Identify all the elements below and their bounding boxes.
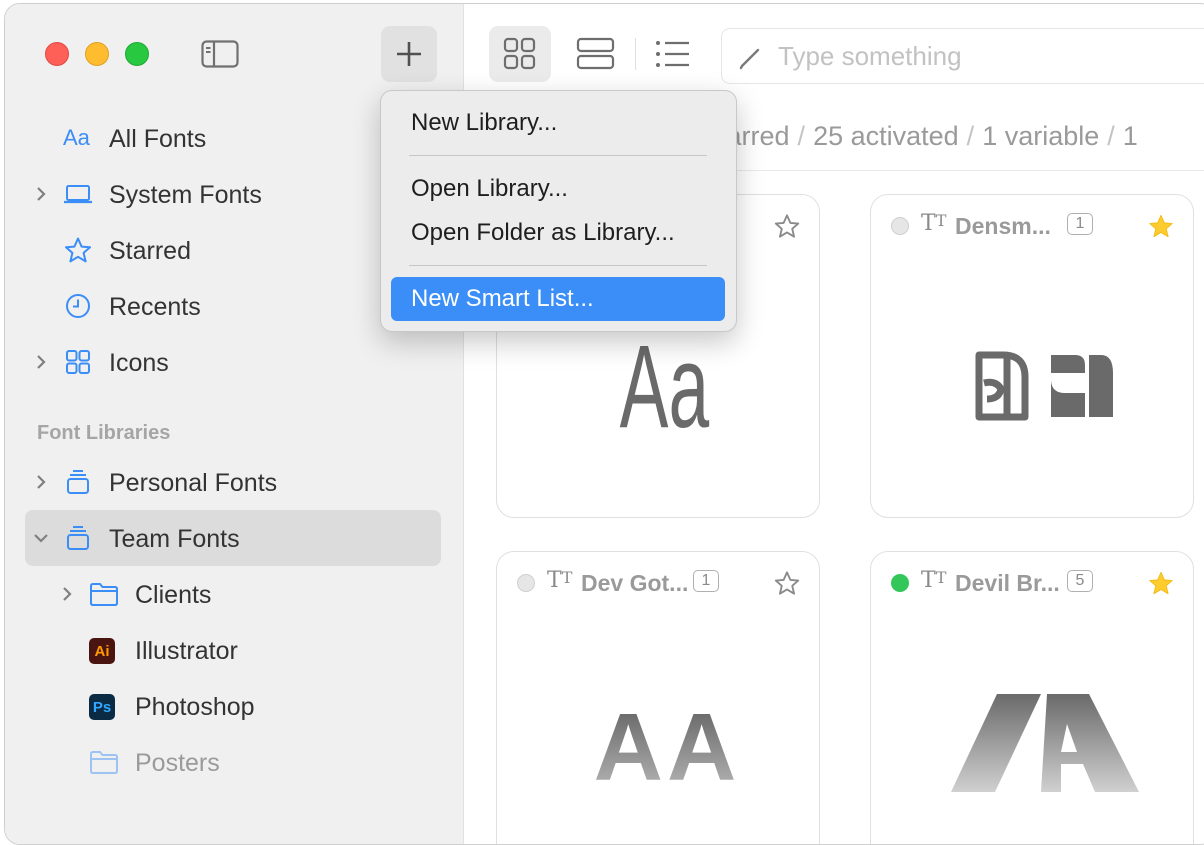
toolbar-divider [635, 38, 636, 70]
chevron-right-icon[interactable] [33, 184, 49, 204]
menu-separator [409, 155, 707, 156]
sidebar-toggle-icon [201, 40, 239, 68]
sidebar-item-label: Personal Fonts [109, 469, 278, 497]
pencil-icon [739, 48, 760, 70]
folder-icon [90, 751, 118, 774]
star-outline-icon[interactable] [773, 213, 801, 241]
activation-dot[interactable] [891, 217, 909, 235]
close-window-button[interactable] [45, 42, 69, 66]
style-count-badge: 1 [1067, 213, 1093, 235]
truetype-icon: TT [547, 568, 573, 593]
sidebar-item-label: Photoshop [135, 693, 255, 721]
font-preview: AA [594, 694, 741, 801]
chevron-right-icon[interactable] [59, 584, 75, 604]
list-view-icon [656, 41, 689, 67]
star-filled-icon[interactable] [1147, 570, 1175, 598]
photoshop-icon: Ps [89, 693, 119, 720]
menu-item-open-folder-as-library[interactable]: Open Folder as Library... [391, 211, 725, 255]
grid-view-button[interactable] [489, 26, 551, 82]
library-icon [67, 526, 89, 550]
menu-item-new-smart-list[interactable]: New Smart List... [391, 277, 725, 321]
star-icon [65, 237, 91, 263]
preview-text: AA [594, 694, 741, 801]
font-preview [951, 694, 1139, 792]
menu-item-new-library[interactable]: New Library... [391, 101, 725, 145]
section-title-font-libraries: Font Libraries [37, 422, 171, 444]
zoom-window-button[interactable] [125, 42, 149, 66]
rows-view-button[interactable] [565, 26, 627, 82]
sidebar-item-label: Clients [135, 581, 212, 609]
font-name: Densm... [955, 213, 1051, 239]
illustrator-icon: Ai [89, 637, 119, 664]
plus-icon [397, 42, 421, 66]
aa-icon: Aa [63, 125, 90, 150]
grid-icon [66, 350, 90, 374]
truetype-icon: TT [921, 568, 947, 593]
sidebar-item-icons[interactable]: Icons [5, 338, 463, 386]
stats-bar: tarred/25 activated/1 variable/1 [719, 121, 1138, 152]
style-count-badge: 1 [693, 570, 719, 592]
chevron-right-icon[interactable] [33, 352, 49, 372]
chevron-right-icon[interactable] [33, 472, 49, 492]
font-name: Devil Br... [955, 570, 1060, 596]
font-card[interactable]: TT Devil Br... 5 [870, 551, 1194, 844]
sidebar-item-personal-fonts[interactable]: Personal Fonts [5, 458, 463, 506]
search-input[interactable] [776, 39, 1180, 73]
illustrator-badge: Ai [89, 638, 115, 664]
sidebar-item-label: Icons [109, 349, 169, 377]
sidebar-item-label: System Fonts [109, 181, 262, 209]
rows-view-icon [576, 37, 615, 70]
style-count-badge: 5 [1067, 570, 1093, 592]
font-preview [975, 351, 1113, 421]
sidebar-item-label: Team Fonts [109, 525, 240, 553]
star-filled-icon[interactable] [1147, 213, 1175, 241]
library-icon [67, 470, 89, 494]
grid-view-icon [503, 37, 536, 70]
sidebar-item-label: Illustrator [135, 637, 238, 665]
sidebar-item-label: Recents [109, 293, 201, 321]
font-card[interactable]: TT Densm... 1 [870, 194, 1194, 518]
clock-icon [66, 294, 90, 318]
font-card[interactable]: TT Dev Got... 1 AA [496, 551, 820, 844]
laptop-icon [64, 185, 92, 204]
truetype-icon: TT [921, 211, 947, 236]
stats-separator: / [797, 121, 806, 151]
font-name: Dev Got... [581, 570, 689, 596]
menu-item-open-library[interactable]: Open Library... [391, 167, 725, 211]
sidebar-item-photoshop[interactable]: Ps Photoshop [5, 682, 463, 730]
add-menu: New Library... Open Library... Open Fold… [380, 90, 737, 332]
sidebar-item-label: All Fonts [109, 125, 207, 153]
star-outline-icon[interactable] [773, 570, 801, 598]
photoshop-badge: Ps [89, 694, 115, 720]
sidebar-item-label: Posters [135, 749, 220, 777]
app-window: Aa All Fonts System Fonts Starred Recent… [4, 3, 1204, 845]
stats-activated[interactable]: 25 activated [813, 121, 959, 151]
minimize-window-button[interactable] [85, 42, 109, 66]
list-view-button[interactable] [641, 26, 703, 82]
stats-separator: / [966, 121, 975, 151]
menu-separator [409, 265, 707, 266]
sidebar-item-team-fonts[interactable]: Team Fonts [5, 510, 463, 566]
sidebar-item-posters[interactable]: Posters [5, 738, 463, 786]
sidebar-item-label: Starred [109, 237, 191, 265]
search-box[interactable] [721, 28, 1204, 84]
stats-variable[interactable]: 1 variable [982, 121, 1099, 151]
preview-text: Aa [620, 320, 710, 452]
folder-icon [90, 583, 118, 606]
activation-dot[interactable] [517, 574, 535, 592]
add-button[interactable] [381, 26, 437, 82]
sidebar-item-clients[interactable]: Clients [5, 570, 463, 618]
stats-separator: / [1107, 121, 1115, 151]
chevron-down-icon[interactable] [33, 528, 49, 548]
sidebar-toggle-button[interactable] [201, 40, 239, 68]
sidebar-item-illustrator[interactable]: Ai Illustrator [5, 626, 463, 674]
activation-dot-active[interactable] [891, 574, 909, 592]
stats-more[interactable]: 1 [1123, 121, 1138, 151]
